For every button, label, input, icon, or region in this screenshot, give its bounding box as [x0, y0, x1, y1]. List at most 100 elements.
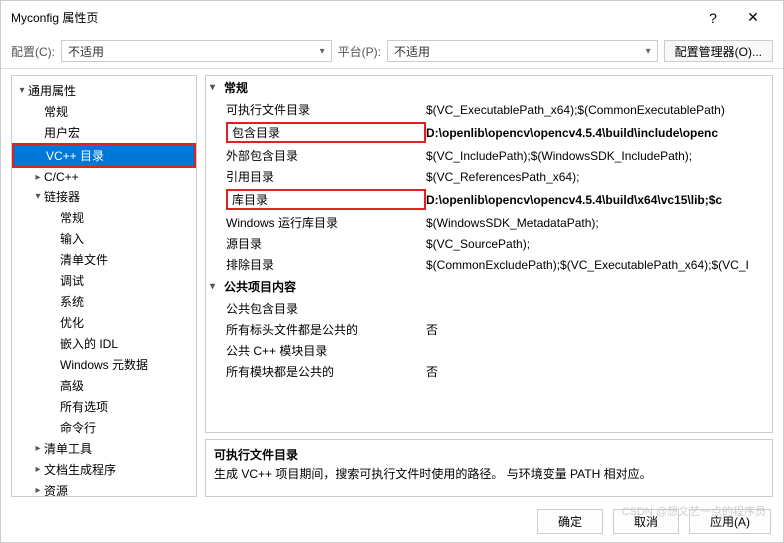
- platform-label: 平台(P):: [338, 43, 381, 60]
- tree-node-label: 调试: [60, 272, 84, 289]
- property-row[interactable]: 引用目录$(VC_ReferencesPath_x64);: [206, 166, 772, 187]
- property-row[interactable]: 可执行文件目录$(VC_ExecutablePath_x64);$(Common…: [206, 99, 772, 120]
- tree-node-label: 所有选项: [60, 398, 108, 415]
- description-title: 可执行文件目录: [214, 446, 764, 463]
- property-value[interactable]: D:\openlib\opencv\opencv4.5.4\build\incl…: [426, 126, 768, 140]
- property-value[interactable]: D:\openlib\opencv\opencv4.5.4\build\x64\…: [426, 193, 768, 207]
- property-name: 库目录: [226, 189, 426, 210]
- property-grid[interactable]: ▾常规可执行文件目录$(VC_ExecutablePath_x64);$(Com…: [205, 75, 773, 433]
- property-value[interactable]: 否: [426, 321, 768, 338]
- property-name: 排除目录: [226, 256, 426, 273]
- tree-node-label: 嵌入的 IDL: [60, 335, 118, 352]
- tree-node[interactable]: ▾通用属性: [12, 80, 196, 101]
- config-manager-button[interactable]: 配置管理器(O)...: [664, 40, 773, 62]
- property-value[interactable]: $(VC_ReferencesPath_x64);: [426, 170, 768, 184]
- property-name: 所有标头文件都是公共的: [226, 321, 426, 338]
- platform-value: 不适用: [394, 43, 430, 60]
- tree-node[interactable]: ▸清单工具: [12, 438, 196, 459]
- tree-node-label: 常规: [44, 103, 68, 120]
- tree-node-label: 资源: [44, 482, 68, 497]
- chevron-down-icon: ▾: [210, 281, 224, 292]
- property-name: 引用目录: [226, 168, 426, 185]
- property-name: 公共包含目录: [226, 300, 426, 317]
- property-value[interactable]: $(VC_SourcePath);: [426, 237, 768, 251]
- tree-node-label: 用户宏: [44, 124, 80, 141]
- close-button[interactable]: ✕: [733, 9, 773, 26]
- tree-node[interactable]: 命令行: [12, 417, 196, 438]
- section-header[interactable]: ▾公共项目内容: [206, 275, 772, 298]
- property-row[interactable]: 所有模块都是公共的否: [206, 361, 772, 382]
- tree-node-label: 通用属性: [28, 82, 76, 99]
- tree-node-label: VC++ 目录: [46, 147, 104, 164]
- section-title: 常规: [224, 79, 248, 96]
- property-name: Windows 运行库目录: [226, 214, 426, 231]
- tree-node[interactable]: ▾链接器: [12, 186, 196, 207]
- tree-node[interactable]: 用户宏: [12, 122, 196, 143]
- tree-node-label: 系统: [60, 293, 84, 310]
- cancel-button[interactable]: 取消: [613, 509, 679, 534]
- ok-button[interactable]: 确定: [537, 509, 603, 534]
- property-value[interactable]: $(WindowsSDK_MetadataPath);: [426, 216, 768, 230]
- tree-node-label: 清单工具: [44, 440, 92, 457]
- tree-node[interactable]: 所有选项: [12, 396, 196, 417]
- tree-node[interactable]: 高级: [12, 375, 196, 396]
- tree-node[interactable]: ▸C/C++: [12, 168, 196, 186]
- tree-node-label: Windows 元数据: [60, 356, 148, 373]
- property-row[interactable]: 公共 C++ 模块目录: [206, 340, 772, 361]
- chevron-down-icon: ▾: [210, 82, 224, 93]
- property-row[interactable]: Windows 运行库目录$(WindowsSDK_MetadataPath);: [206, 212, 772, 233]
- tree-node[interactable]: Windows 元数据: [12, 354, 196, 375]
- tree-node[interactable]: VC++ 目录: [12, 143, 196, 168]
- chevron-right-icon: ▸: [32, 443, 44, 454]
- tree-node-label: 输入: [60, 230, 84, 247]
- tree-node[interactable]: 常规: [12, 207, 196, 228]
- property-name: 公共 C++ 模块目录: [226, 342, 426, 359]
- description-body: 生成 VC++ 项目期间，搜索可执行文件时使用的路径。 与环境变量 PATH 相…: [214, 465, 764, 482]
- platform-combo[interactable]: 不适用: [387, 40, 658, 62]
- property-row[interactable]: 源目录$(VC_SourcePath);: [206, 233, 772, 254]
- tree-node[interactable]: 系统: [12, 291, 196, 312]
- chevron-right-icon: ▸: [32, 172, 44, 183]
- property-value[interactable]: 否: [426, 363, 768, 380]
- property-name: 源目录: [226, 235, 426, 252]
- window-title: Myconfig 属性页: [11, 9, 693, 26]
- tree-node[interactable]: 清单文件: [12, 249, 196, 270]
- chevron-down-icon: ▾: [32, 191, 44, 202]
- property-row[interactable]: 所有标头文件都是公共的否: [206, 319, 772, 340]
- tree-node-label: 高级: [60, 377, 84, 394]
- help-button[interactable]: ?: [693, 10, 733, 26]
- config-value: 不适用: [68, 43, 104, 60]
- tree-node[interactable]: 嵌入的 IDL: [12, 333, 196, 354]
- property-name: 所有模块都是公共的: [226, 363, 426, 380]
- property-tree[interactable]: ▾通用属性常规用户宏VC++ 目录▸C/C++▾链接器常规输入清单文件调试系统优…: [11, 75, 197, 497]
- tree-node-label: 清单文件: [60, 251, 108, 268]
- tree-node[interactable]: ▸文档生成程序: [12, 459, 196, 480]
- tree-node-label: 优化: [60, 314, 84, 331]
- property-value[interactable]: $(CommonExcludePath);$(VC_ExecutablePath…: [426, 258, 768, 272]
- chevron-down-icon: ▾: [16, 85, 28, 96]
- property-name: 外部包含目录: [226, 147, 426, 164]
- config-label: 配置(C):: [11, 43, 55, 60]
- section-header[interactable]: ▾常规: [206, 76, 772, 99]
- property-row[interactable]: 库目录D:\openlib\opencv\opencv4.5.4\build\x…: [206, 187, 772, 212]
- apply-button[interactable]: 应用(A): [689, 509, 771, 534]
- property-name: 可执行文件目录: [226, 101, 426, 118]
- tree-node[interactable]: 优化: [12, 312, 196, 333]
- property-value[interactable]: $(VC_ExecutablePath_x64);$(CommonExecuta…: [426, 103, 768, 117]
- config-combo[interactable]: 不适用: [61, 40, 332, 62]
- chevron-right-icon: ▸: [32, 485, 44, 496]
- section-title: 公共项目内容: [224, 278, 296, 295]
- description-panel: 可执行文件目录 生成 VC++ 项目期间，搜索可执行文件时使用的路径。 与环境变…: [205, 439, 773, 497]
- tree-node[interactable]: 调试: [12, 270, 196, 291]
- tree-node-label: 链接器: [44, 188, 80, 205]
- property-value[interactable]: $(VC_IncludePath);$(WindowsSDK_IncludePa…: [426, 149, 768, 163]
- tree-node-label: C/C++: [44, 170, 79, 184]
- tree-node[interactable]: 常规: [12, 101, 196, 122]
- property-row[interactable]: 包含目录D:\openlib\opencv\opencv4.5.4\build\…: [206, 120, 772, 145]
- tree-node-label: 命令行: [60, 419, 96, 436]
- tree-node[interactable]: 输入: [12, 228, 196, 249]
- property-row[interactable]: 排除目录$(CommonExcludePath);$(VC_Executable…: [206, 254, 772, 275]
- tree-node[interactable]: ▸资源: [12, 480, 196, 497]
- property-row[interactable]: 外部包含目录$(VC_IncludePath);$(WindowsSDK_Inc…: [206, 145, 772, 166]
- property-row[interactable]: 公共包含目录: [206, 298, 772, 319]
